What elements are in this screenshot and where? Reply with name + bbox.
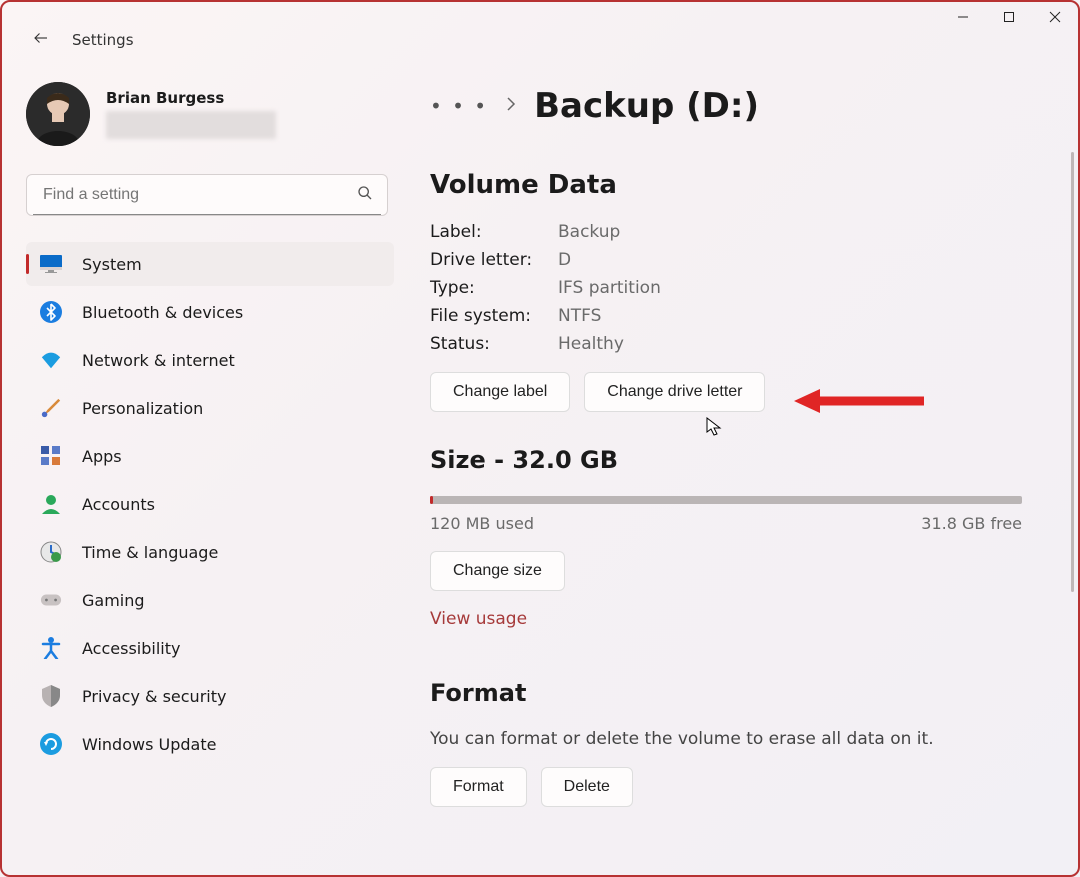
sidebar-item-label: Accessibility	[82, 639, 180, 658]
size-heading: Size - 32.0 GB	[430, 446, 1022, 474]
label-value: Backup	[558, 222, 620, 242]
search-icon	[357, 185, 373, 205]
sidebar-item-update[interactable]: Windows Update	[26, 722, 394, 766]
format-description: You can format or delete the volume to e…	[430, 729, 1022, 749]
sidebar-item-privacy[interactable]: Privacy & security	[26, 674, 394, 718]
scrollbar[interactable]	[1071, 152, 1074, 592]
close-button[interactable]	[1032, 2, 1078, 32]
filesystem-key: File system:	[430, 306, 558, 326]
window-controls	[940, 2, 1078, 32]
shield-icon	[40, 685, 62, 707]
profile-block[interactable]: Brian Burgess	[26, 82, 390, 146]
format-button[interactable]: Format	[430, 767, 527, 807]
change-size-button[interactable]: Change size	[430, 551, 565, 591]
sidebar-item-label: Gaming	[82, 591, 145, 610]
gamepad-icon	[40, 589, 62, 611]
drive-letter-key: Drive letter:	[430, 250, 558, 270]
delete-button[interactable]: Delete	[541, 767, 633, 807]
label-key: Label:	[430, 222, 558, 242]
wifi-icon	[40, 349, 62, 371]
change-label-button[interactable]: Change label	[430, 372, 570, 412]
update-icon	[40, 733, 62, 755]
header: Settings	[2, 2, 1078, 58]
sidebar-item-gaming[interactable]: Gaming	[26, 578, 394, 622]
size-progress-bar	[430, 496, 1022, 504]
sidebar-item-label: Accounts	[82, 495, 155, 514]
back-icon[interactable]	[32, 29, 50, 51]
bluetooth-icon	[40, 301, 62, 323]
sidebar-item-accounts[interactable]: Accounts	[26, 482, 394, 526]
breadcrumb-ellipsis[interactable]: • • •	[430, 94, 488, 118]
sidebar-item-label: Network & internet	[82, 351, 235, 370]
type-key: Type:	[430, 278, 558, 298]
main-content: • • • Backup (D:) Volume Data Label:Back…	[390, 58, 1078, 875]
system-icon	[40, 253, 62, 275]
sidebar-item-label: Bluetooth & devices	[82, 303, 243, 322]
sidebar-item-time[interactable]: Time & language	[26, 530, 394, 574]
volume-data-heading: Volume Data	[430, 170, 1022, 200]
view-usage-link[interactable]: View usage	[430, 609, 1022, 629]
sidebar-item-label: Time & language	[82, 543, 218, 562]
sidebar-item-bluetooth[interactable]: Bluetooth & devices	[26, 290, 394, 334]
profile-name: Brian Burgess	[106, 89, 276, 107]
change-drive-letter-button[interactable]: Change drive letter	[584, 372, 765, 412]
sidebar-nav: System Bluetooth & devices Network & int…	[26, 242, 390, 766]
page-title: Backup (D:)	[534, 86, 759, 126]
chevron-right-icon	[506, 96, 516, 116]
maximize-button[interactable]	[986, 2, 1032, 32]
sidebar-item-accessibility[interactable]: Accessibility	[26, 626, 394, 670]
avatar	[26, 82, 90, 146]
drive-letter-value: D	[558, 250, 571, 270]
sidebar-item-apps[interactable]: Apps	[26, 434, 394, 478]
brush-icon	[40, 397, 62, 419]
free-label: 31.8 GB free	[921, 514, 1022, 533]
type-value: IFS partition	[558, 278, 661, 298]
apps-icon	[40, 445, 62, 467]
status-value: Healthy	[558, 334, 624, 354]
settings-window: Settings Brian Burgess	[0, 0, 1080, 877]
sidebar-item-label: Personalization	[82, 399, 203, 418]
used-label: 120 MB used	[430, 514, 534, 533]
sidebar-item-network[interactable]: Network & internet	[26, 338, 394, 382]
sidebar-item-system[interactable]: System	[26, 242, 394, 286]
sidebar-item-label: Windows Update	[82, 735, 216, 754]
minimize-button[interactable]	[940, 2, 986, 32]
person-icon	[40, 493, 62, 515]
size-progress-fill	[430, 496, 433, 504]
app-title: Settings	[72, 31, 134, 49]
sidebar-item-personalization[interactable]: Personalization	[26, 386, 394, 430]
search-box[interactable]	[26, 174, 388, 216]
sidebar: Brian Burgess System	[2, 58, 390, 875]
sidebar-item-label: Apps	[82, 447, 122, 466]
breadcrumb: • • • Backup (D:)	[430, 86, 1022, 126]
status-key: Status:	[430, 334, 558, 354]
sidebar-item-label: System	[82, 255, 142, 274]
sidebar-item-label: Privacy & security	[82, 687, 226, 706]
filesystem-value: NTFS	[558, 306, 601, 326]
profile-email-redacted	[106, 111, 276, 139]
search-input[interactable]	[41, 185, 357, 205]
accessibility-icon	[40, 637, 62, 659]
format-heading: Format	[430, 679, 1022, 707]
clock-globe-icon	[40, 541, 62, 563]
